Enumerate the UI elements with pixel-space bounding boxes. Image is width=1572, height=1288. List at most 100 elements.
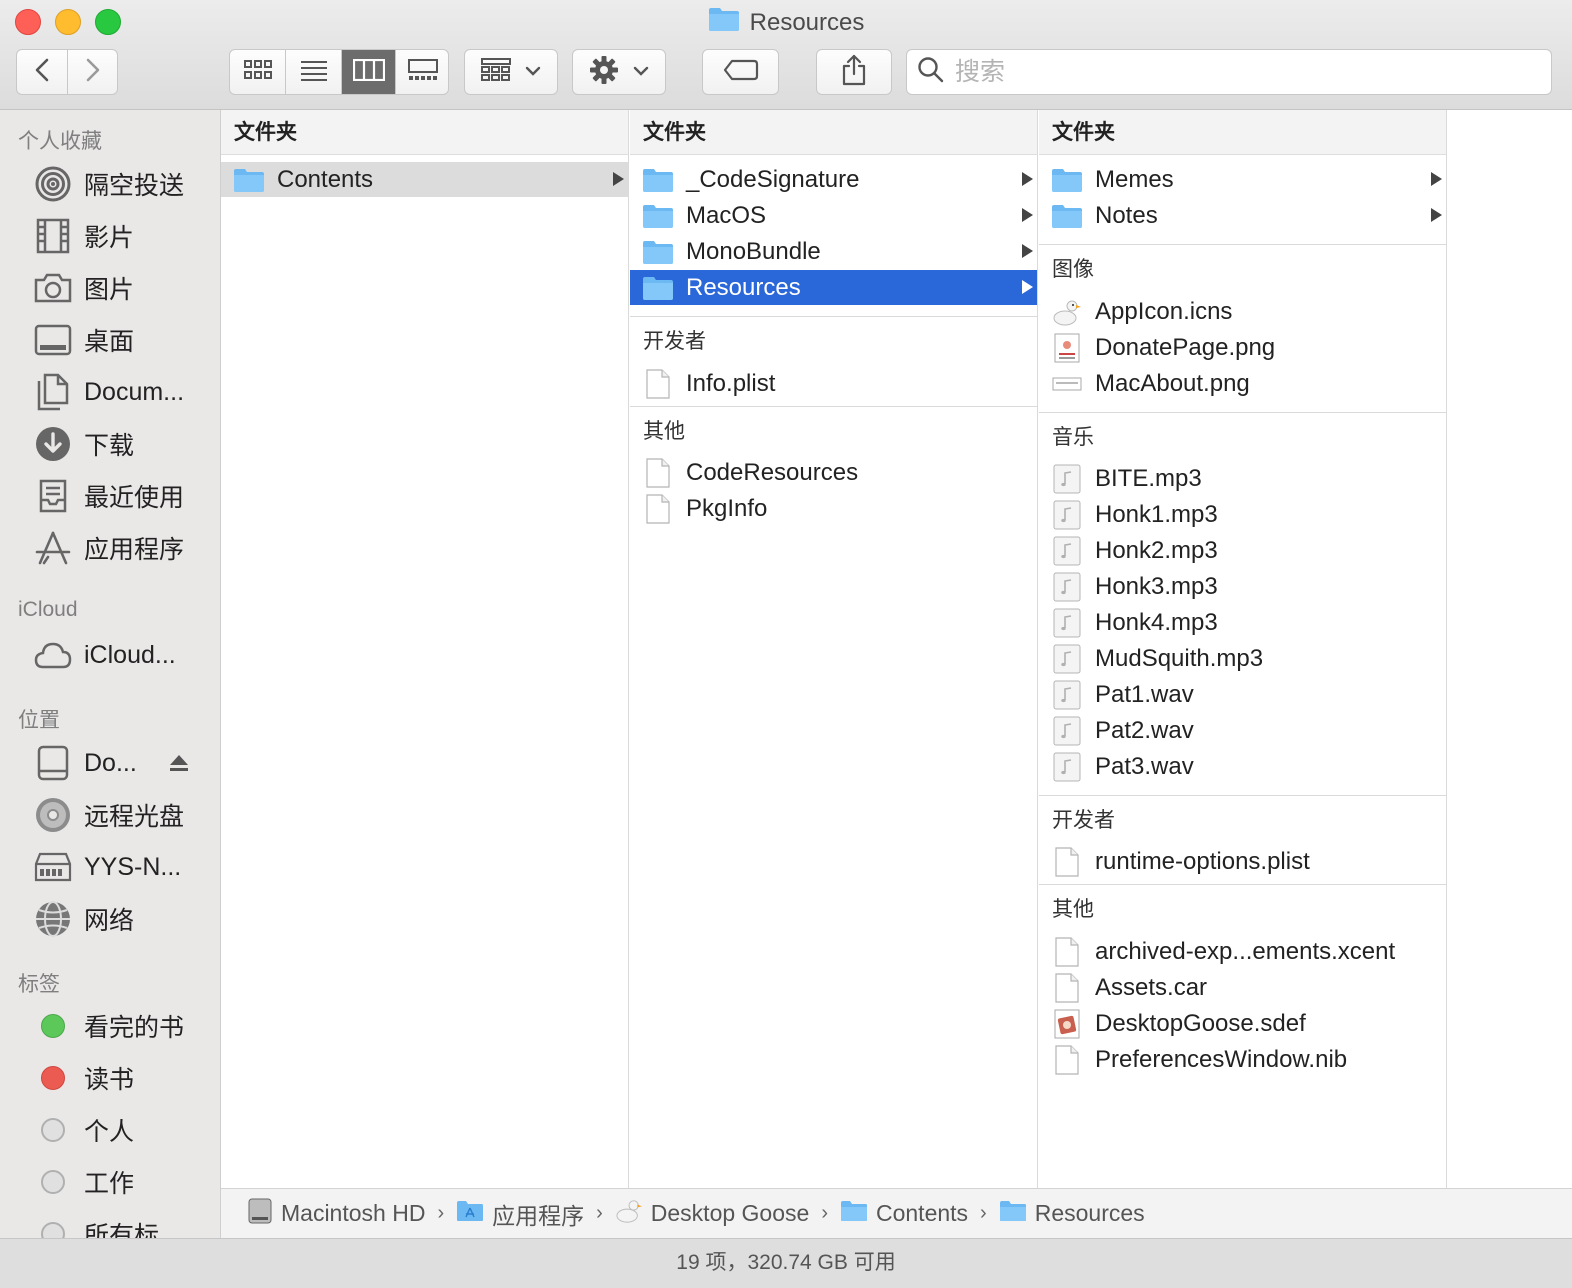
list-item-codesignature[interactable]: _CodeSignature [630,162,1037,197]
path-item-contents[interactable]: Contents [840,1200,968,1228]
path-item-macintosh-hd[interactable]: Macintosh HD [247,1197,425,1231]
share-button[interactable] [816,49,892,95]
list-item-contents[interactable]: Contents [221,162,628,197]
audio-file-icon [1051,643,1083,675]
list-item-appicon[interactable]: AppIcon.icns [1039,294,1446,329]
list-item-pat2[interactable]: Pat2.wav [1039,713,1446,748]
sidebar-item-applications[interactable]: 应用程序 [34,527,214,569]
sidebar-item-remote-disc[interactable]: 远程光盘 [34,794,214,836]
list-item-mudsquith[interactable]: MudSquith.mp3 [1039,641,1446,676]
sidebar-item-airdrop[interactable]: 隔空投送 [34,163,214,205]
list-view-button[interactable] [286,50,342,94]
eject-icon[interactable] [168,752,190,779]
group-grid-icon [481,57,511,87]
sidebar-tag-finished-books[interactable]: 看完的书 [34,1005,214,1047]
list-item-pat1[interactable]: Pat1.wav [1039,677,1446,712]
group-header-developer: 开发者 [1039,795,1446,839]
list-item-donatepage[interactable]: DonatePage.png [1039,330,1446,365]
list-item-honk2[interactable]: Honk2.mp3 [1039,533,1446,568]
sidebar-item-documents[interactable]: Docum... [34,371,214,413]
path-item-resources[interactable]: Resources [999,1200,1145,1228]
search-input[interactable] [955,57,1515,87]
list-item-pat3[interactable]: Pat3.wav [1039,749,1446,784]
hard-drive-icon [247,1197,273,1231]
view-mode-control [229,49,449,95]
history-nav [16,49,118,95]
sidebar-tag-all-tags[interactable]: 所有标 [34,1213,214,1238]
action-button[interactable] [572,49,666,95]
goose-app-icon [615,1198,643,1230]
item-label: AppIcon.icns [1095,297,1233,325]
audio-file-icon [1051,535,1083,567]
item-label: MacOS [686,201,767,229]
item-label: Pat1.wav [1095,680,1194,708]
sidebar-item-label: 读书 [84,1066,135,1094]
list-item-notes[interactable]: Notes [1039,198,1446,233]
list-item-sdef[interactable]: DesktopGoose.sdef [1039,1006,1446,1041]
icon-view-button[interactable] [230,50,286,94]
image-file-icon [1051,332,1083,364]
path-item-desktop-goose[interactable]: Desktop Goose [615,1198,810,1230]
disclosure-arrow-icon [613,172,624,186]
sidebar-item-pictures[interactable]: 图片 [34,267,214,309]
item-label: BITE.mp3 [1095,464,1202,492]
sidebar-item-network[interactable]: 网络 [34,898,214,940]
audio-file-icon [1051,715,1083,747]
folder-icon [1051,164,1083,196]
sidebar-tag-reading[interactable]: 读书 [34,1057,214,1099]
item-label: DonatePage.png [1095,333,1276,361]
list-item-pkginfo[interactable]: PkgInfo [630,491,1037,526]
item-label: MacAbout.png [1095,369,1250,397]
path-item-applications[interactable]: 应用程序 [456,1197,584,1231]
sidebar-item-icloud-drive[interactable]: iCloud... [34,634,214,676]
share-icon [841,54,867,91]
sidebar-item-label: 网络 [84,907,135,935]
network-icon [34,900,72,938]
list-item-bite[interactable]: BITE.mp3 [1039,461,1446,496]
list-item-coderesources[interactable]: CodeResources [630,455,1037,490]
forward-button[interactable] [68,50,118,94]
list-item-info-plist[interactable]: Info.plist [630,366,1037,401]
document-icon [642,368,674,400]
sidebar-item-server[interactable]: YYS-N... [34,846,214,888]
list-item-runtime-options[interactable]: runtime-options.plist [1039,844,1446,879]
tag-dot-icon [41,1170,65,1194]
disclosure-arrow-icon [1022,172,1033,186]
folder-icon [642,272,674,304]
back-button[interactable] [17,50,68,94]
path-item-label: Desktop Goose [650,1200,810,1226]
sidebar-item-movies[interactable]: 影片 [34,215,214,257]
list-item-preferences-nib[interactable]: PreferencesWindow.nib [1039,1042,1446,1077]
airdrop-icon [34,165,72,203]
download-icon [34,425,72,463]
sidebar-tag-personal[interactable]: 个人 [34,1109,214,1151]
group-button[interactable] [464,49,558,95]
list-item-honk1[interactable]: Honk1.mp3 [1039,497,1446,532]
list-item-honk4[interactable]: Honk4.mp3 [1039,605,1446,640]
sidebar-item-recents[interactable]: 最近使用 [34,475,214,517]
sidebar-item-downloads[interactable]: 下载 [34,423,214,465]
list-item-monobundle[interactable]: MonoBundle [630,234,1037,269]
item-label: _CodeSignature [686,165,860,193]
list-item-macabout[interactable]: MacAbout.png [1039,366,1446,401]
window-title-text: Resources [749,8,865,36]
gallery-view-button[interactable] [396,50,448,94]
search-field[interactable] [906,49,1552,95]
list-item-assets-car[interactable]: Assets.car [1039,970,1446,1005]
list-item-memes[interactable]: Memes [1039,162,1446,197]
applications-folder-icon [456,1200,484,1228]
edit-tags-button[interactable] [702,49,779,95]
list-item-macos[interactable]: MacOS [630,198,1037,233]
list-item-xcent[interactable]: archived-exp...ements.xcent [1039,934,1446,969]
document-icon [1051,936,1083,968]
search-icon [917,56,945,89]
list-item-honk3[interactable]: Honk3.mp3 [1039,569,1446,604]
list-item-resources[interactable]: Resources [630,270,1037,305]
group-header-developer: 开发者 [630,316,1037,360]
column-view-button[interactable] [342,50,396,94]
sidebar-tag-work[interactable]: 工作 [34,1161,214,1203]
sidebar-item-label: Docum... [84,377,185,406]
disclosure-arrow-icon [1022,244,1033,258]
sidebar-item-desktop[interactable]: 桌面 [34,319,214,361]
sidebar-item-label: 隔空投送 [84,172,185,200]
